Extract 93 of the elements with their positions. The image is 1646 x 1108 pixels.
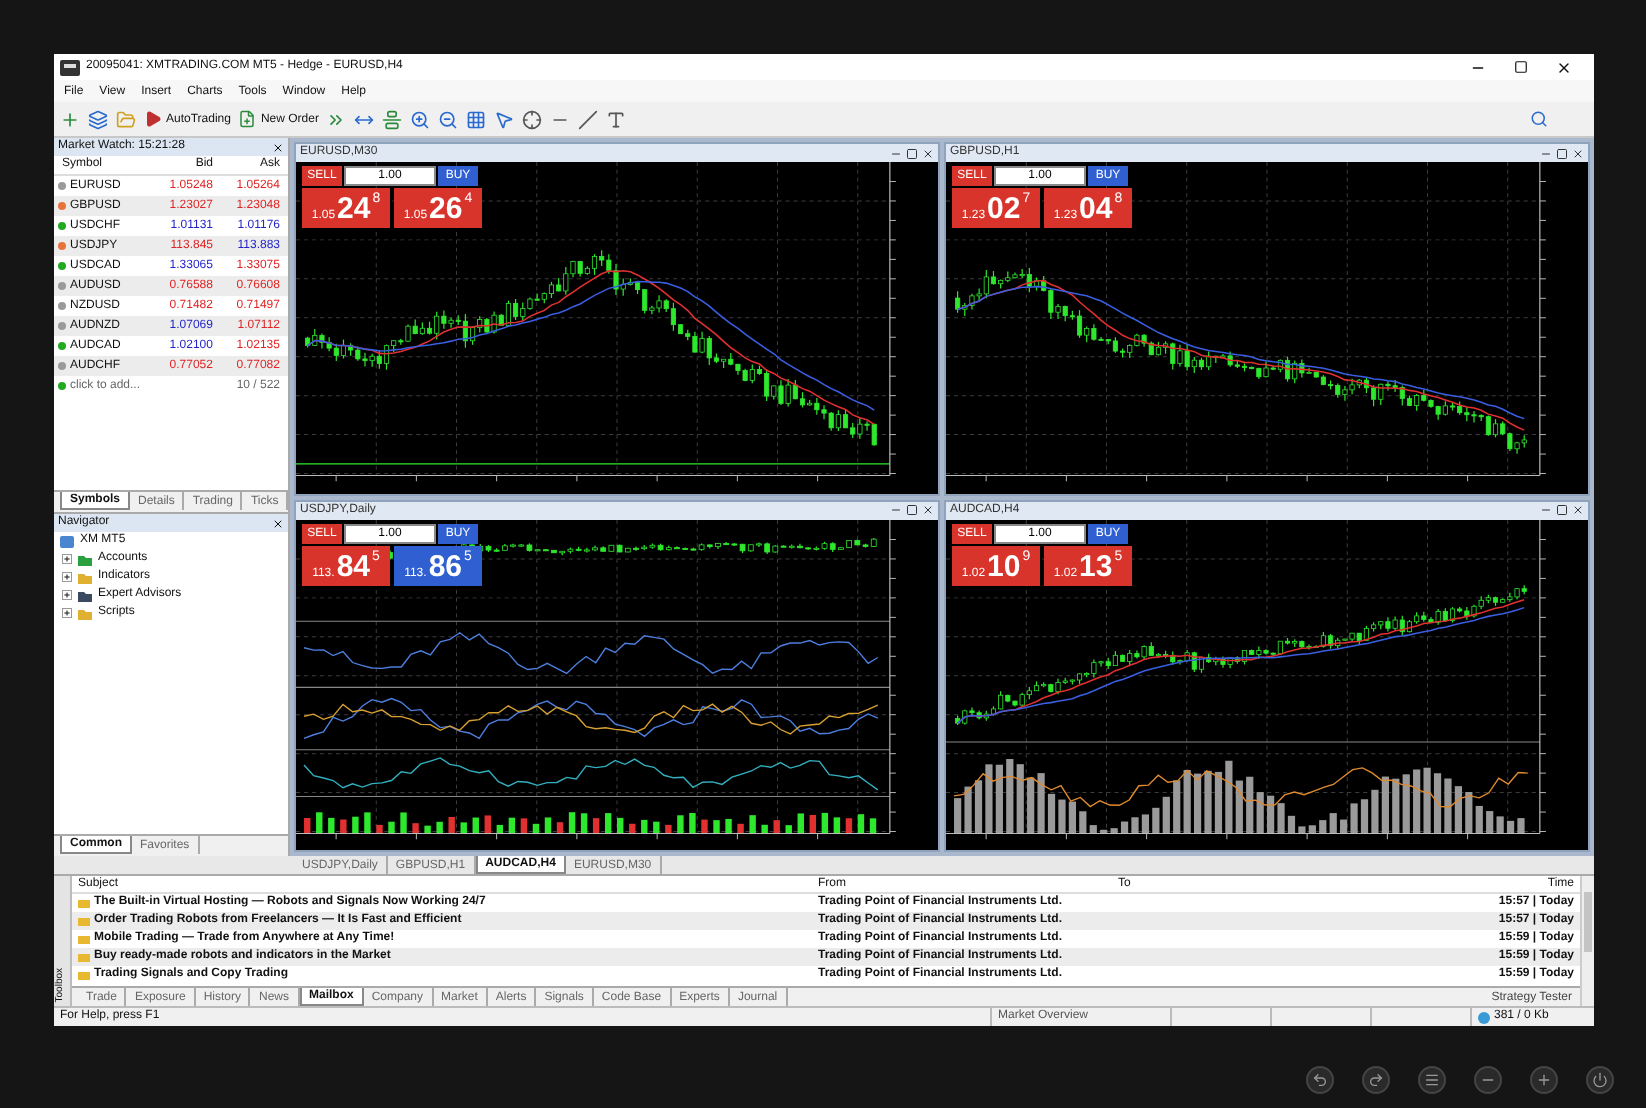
volume-bar (785, 824, 792, 833)
bezel-button[interactable] (1306, 1065, 1334, 1093)
volume-bar (352, 815, 359, 833)
volume-bar (833, 816, 841, 833)
layers-icon[interactable] (88, 109, 108, 129)
volume-bar (629, 822, 636, 833)
volume-bar (653, 820, 660, 833)
close-icon[interactable] (1572, 504, 1584, 516)
volume-bar (604, 812, 612, 833)
volume-bar (701, 818, 708, 833)
volume-bar (424, 824, 431, 833)
volume-bar (364, 811, 371, 833)
volume-bar (725, 817, 732, 833)
volume-bar (436, 820, 443, 833)
crosshair-icon[interactable] (522, 109, 543, 129)
close-icon[interactable] (922, 504, 934, 516)
volume-bar (641, 818, 648, 833)
volume-bar (749, 814, 756, 833)
menu-icon (1424, 1071, 1440, 1087)
volume-bar (328, 816, 335, 833)
volume-bar (821, 811, 829, 833)
search-icon[interactable] (1530, 110, 1548, 128)
volume-bar (532, 822, 540, 833)
volume-bar (376, 823, 383, 833)
volume-bar (388, 820, 395, 833)
bezel-button[interactable] (1530, 1065, 1558, 1093)
play-icon (144, 110, 162, 128)
bezel-button[interactable] (1586, 1065, 1614, 1093)
close-icon[interactable] (1572, 147, 1584, 159)
close-icon[interactable] (272, 517, 284, 529)
maximize-icon[interactable] (1556, 504, 1568, 516)
chevrons-icon[interactable] (326, 109, 347, 129)
bars-icon[interactable] (382, 109, 403, 129)
plus-icon[interactable] (60, 109, 80, 129)
volume-bar (472, 816, 479, 833)
volume-bar (340, 818, 347, 833)
undo-icon (1312, 1071, 1328, 1087)
close-icon[interactable] (1556, 59, 1572, 75)
maximize-icon[interactable] (1514, 59, 1528, 73)
volume-bar (484, 814, 491, 833)
expand-icon[interactable] (62, 590, 72, 600)
volume-bar (556, 821, 564, 833)
terminal-icon (60, 535, 74, 547)
connection-icon (1478, 1011, 1490, 1023)
expand-icon[interactable] (62, 608, 72, 618)
volume-bar (845, 817, 853, 833)
volume-bar (496, 823, 504, 833)
volume-bar (713, 819, 720, 833)
volume-bar (580, 812, 588, 833)
zoom-in-icon[interactable] (410, 109, 431, 129)
volume-bar (412, 822, 419, 833)
maximize-icon[interactable] (906, 504, 918, 516)
volume-bar (617, 816, 624, 833)
maximize-icon[interactable] (906, 147, 918, 159)
volume-bar (544, 816, 552, 833)
volume-bar (857, 813, 865, 833)
redo-icon (1368, 1071, 1384, 1087)
volume-bar (316, 811, 323, 833)
scrollbar-thumb[interactable] (1584, 892, 1592, 952)
volume-bar (677, 814, 684, 833)
volume-bar (400, 811, 407, 833)
volume-bar (761, 823, 768, 833)
app-icon (60, 59, 80, 75)
maximize-icon[interactable] (1556, 147, 1568, 159)
volume-bar (304, 817, 311, 833)
bezel-button[interactable] (1474, 1065, 1502, 1093)
volume-bar (460, 821, 467, 833)
volume-bar (737, 822, 744, 833)
expand-icon[interactable] (62, 554, 72, 564)
volume-bar (689, 812, 696, 833)
bezel-button[interactable] (1418, 1065, 1446, 1093)
volume-bar (520, 817, 528, 833)
volume-bar (869, 817, 877, 833)
trendline-icon[interactable] (578, 109, 599, 129)
volume-bar (665, 823, 672, 833)
grid-icon[interactable] (466, 109, 487, 129)
volume-bar (568, 811, 576, 833)
zoom-out-icon[interactable] (438, 109, 459, 129)
new-order-icon (238, 110, 257, 128)
expand-icon[interactable] (62, 572, 72, 582)
volume-bar (592, 817, 600, 833)
cursor-icon[interactable] (494, 109, 515, 129)
close-icon[interactable] (922, 147, 934, 159)
text-icon[interactable] (606, 109, 627, 129)
bezel-button[interactable] (1362, 1065, 1390, 1093)
volume-bar (508, 816, 516, 833)
volume-bar (773, 819, 780, 833)
plus-icon (1536, 1071, 1552, 1087)
volume-bar (809, 813, 816, 833)
power-icon (1592, 1071, 1608, 1087)
volume-bar (797, 812, 804, 833)
volume-bar (448, 815, 455, 833)
close-icon[interactable] (272, 141, 284, 153)
